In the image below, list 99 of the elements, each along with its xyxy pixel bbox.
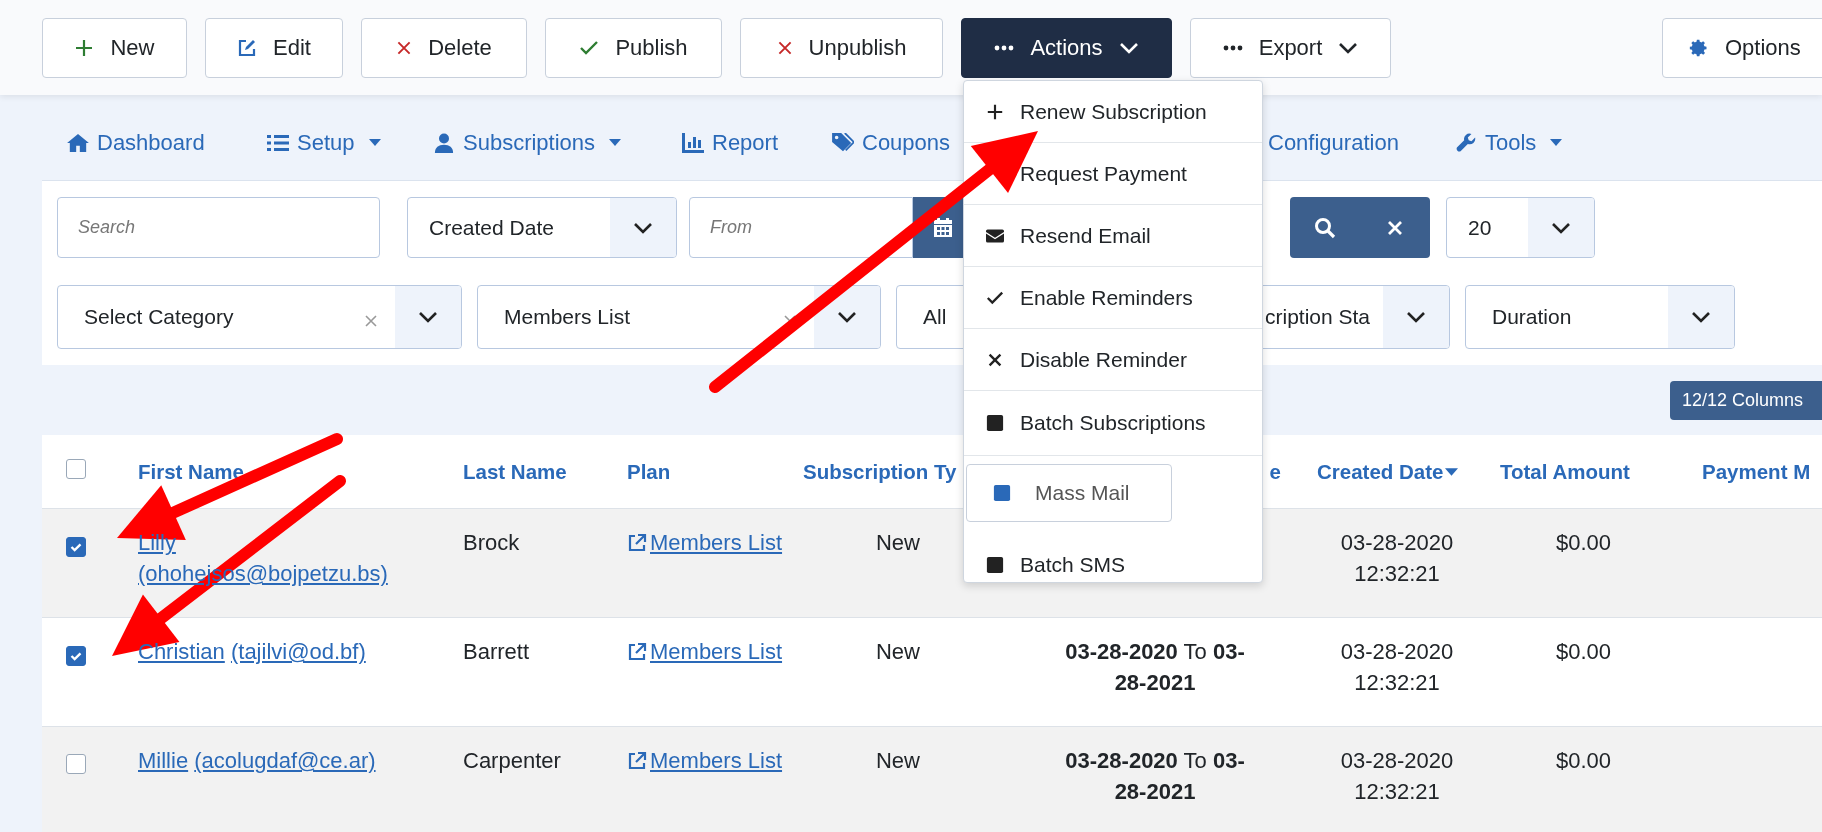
- select-field[interactable]: 20: [1446, 197, 1595, 258]
- table-cell: Carpenter: [463, 748, 561, 773]
- envelope-icon: [986, 226, 1004, 245]
- table-cell: 03-28-2020 To 03-28-2021: [1065, 748, 1245, 804]
- table-cell: 03-28-2020 12:32:21: [1340, 748, 1454, 804]
- caret-icon: [609, 139, 622, 146]
- dots-icon: [1222, 44, 1243, 51]
- menu-item[interactable]: Resend Email: [964, 205, 1262, 267]
- columns-button[interactable]: 12/12 Columns: [1670, 380, 1822, 420]
- checkbox[interactable]: [66, 646, 86, 666]
- square-icon: [993, 484, 1011, 502]
- wrench-icon: [1455, 132, 1477, 153]
- menu-item[interactable]: Batch SMS: [964, 528, 1262, 602]
- toolbar-button[interactable]: Edit: [205, 17, 343, 78]
- list-icon: [267, 132, 289, 153]
- plus-icon: [74, 37, 95, 58]
- chevron-down-icon: [418, 311, 438, 323]
- square-icon: [986, 414, 1004, 432]
- nav-link[interactable]: Setup: [267, 129, 381, 156]
- name-link[interactable]: Christian: [138, 639, 225, 664]
- caret-icon: [1550, 139, 1563, 146]
- table-cell: 03-28-2020 To 03-28-2021: [1065, 639, 1245, 695]
- table-cell: Brock: [463, 530, 520, 555]
- toolbar-button[interactable]: Unpublish: [740, 17, 943, 78]
- table-cell: Barrett: [463, 639, 530, 664]
- table-cell: $0.00: [1555, 748, 1612, 773]
- menu-item[interactable]: Disable Reminder: [964, 329, 1262, 391]
- menu-item[interactable]: Mass Mail: [966, 464, 1172, 522]
- select-field[interactable]: Select Category: [57, 285, 462, 349]
- table-cell: $0.00: [1555, 530, 1612, 555]
- toolbar-button[interactable]: Publish: [545, 17, 722, 78]
- table-cell: 03-28-2020 12:32:21: [1340, 639, 1454, 695]
- menu-item[interactable]: Enable Reminders: [964, 267, 1262, 329]
- table-cell: New: [876, 748, 920, 773]
- nav-link[interactable]: Report: [682, 129, 779, 156]
- chevron-down-icon: [1118, 41, 1139, 54]
- checkbox[interactable]: [66, 537, 86, 557]
- chart-icon: [682, 132, 704, 153]
- close-icon: [396, 39, 413, 56]
- user-icon: [433, 132, 455, 153]
- chevron-down-icon: [1691, 311, 1711, 323]
- dots-icon: [994, 44, 1015, 51]
- table-cell: $0.00: [1555, 639, 1612, 664]
- select-field[interactable]: Created Date: [407, 197, 677, 258]
- checkbox[interactable]: [66, 754, 86, 774]
- caret-icon: [368, 139, 381, 146]
- nav-link[interactable]: Dashboard: [67, 129, 205, 156]
- nav-link[interactable]: Coupons: [832, 129, 951, 156]
- external-link-icon: [627, 642, 647, 662]
- nav-link[interactable]: Subscriptions: [433, 129, 622, 156]
- menu-item[interactable]: Batch Subscriptions: [964, 391, 1262, 456]
- select-field[interactable]: Duration: [1465, 285, 1735, 349]
- clear-icon: [365, 315, 377, 327]
- plus-icon: [986, 102, 1004, 121]
- square-icon: [986, 556, 1004, 574]
- chevron-down-icon: [633, 221, 653, 234]
- edit-icon: [237, 37, 258, 58]
- clear-button[interactable]: [1360, 197, 1430, 258]
- dropdown-button[interactable]: Export: [1190, 17, 1391, 78]
- column-header[interactable]: e: [1269, 459, 1281, 484]
- column-header[interactable]: First Name: [138, 459, 244, 484]
- email-link[interactable]: (acolugdaf@ce.ar): [194, 748, 376, 773]
- gear-icon: [1689, 37, 1709, 58]
- search-icon: [1314, 216, 1336, 239]
- checkbox[interactable]: [66, 459, 86, 479]
- nav-link[interactable]: Tools: [1455, 129, 1563, 156]
- column-header[interactable]: Total Amount: [1500, 459, 1630, 484]
- chevron-down-icon: [1338, 41, 1359, 54]
- close-icon: [1387, 219, 1403, 236]
- chevron-down-icon: [1551, 221, 1571, 234]
- home-icon: [67, 132, 89, 153]
- toolbar-button[interactable]: New: [42, 17, 187, 78]
- sort-caret-icon: [1445, 467, 1459, 476]
- table-cell: New: [876, 530, 920, 555]
- column-header[interactable]: Subscription Ty: [803, 459, 957, 484]
- table-cell: New: [876, 639, 920, 664]
- column-header[interactable]: Payment M: [1702, 459, 1811, 484]
- column-header[interactable]: Created Date: [1317, 459, 1459, 484]
- chevron-down-icon: [837, 311, 857, 323]
- column-header[interactable]: Plan: [627, 459, 671, 484]
- plan-link[interactable]: Members List: [627, 639, 783, 664]
- toolbar-button[interactable]: Delete: [361, 17, 527, 78]
- select-field[interactable]: Members List: [477, 285, 881, 349]
- date-field[interactable]: From: [689, 197, 913, 258]
- column-header[interactable]: Last Name: [463, 459, 567, 484]
- calendar-icon: [933, 217, 953, 238]
- chevron-down-icon: [1406, 311, 1426, 323]
- table-cell: 03-28-2020 12:32:21: [1340, 530, 1454, 586]
- close-icon: [776, 39, 793, 56]
- name-link[interactable]: Millie: [138, 748, 189, 773]
- email-link[interactable]: (tajilvi@od.bf): [230, 639, 366, 664]
- search-field[interactable]: Search: [57, 197, 380, 258]
- external-link-icon: [627, 751, 647, 771]
- options-button[interactable]: Options: [1662, 17, 1822, 78]
- dropdown-button[interactable]: Actions: [961, 17, 1172, 78]
- search-button[interactable]: [1290, 197, 1360, 258]
- nav-link[interactable]: Configuration: [1268, 129, 1399, 156]
- tag-icon: [832, 132, 854, 153]
- external-link-icon: [627, 533, 647, 553]
